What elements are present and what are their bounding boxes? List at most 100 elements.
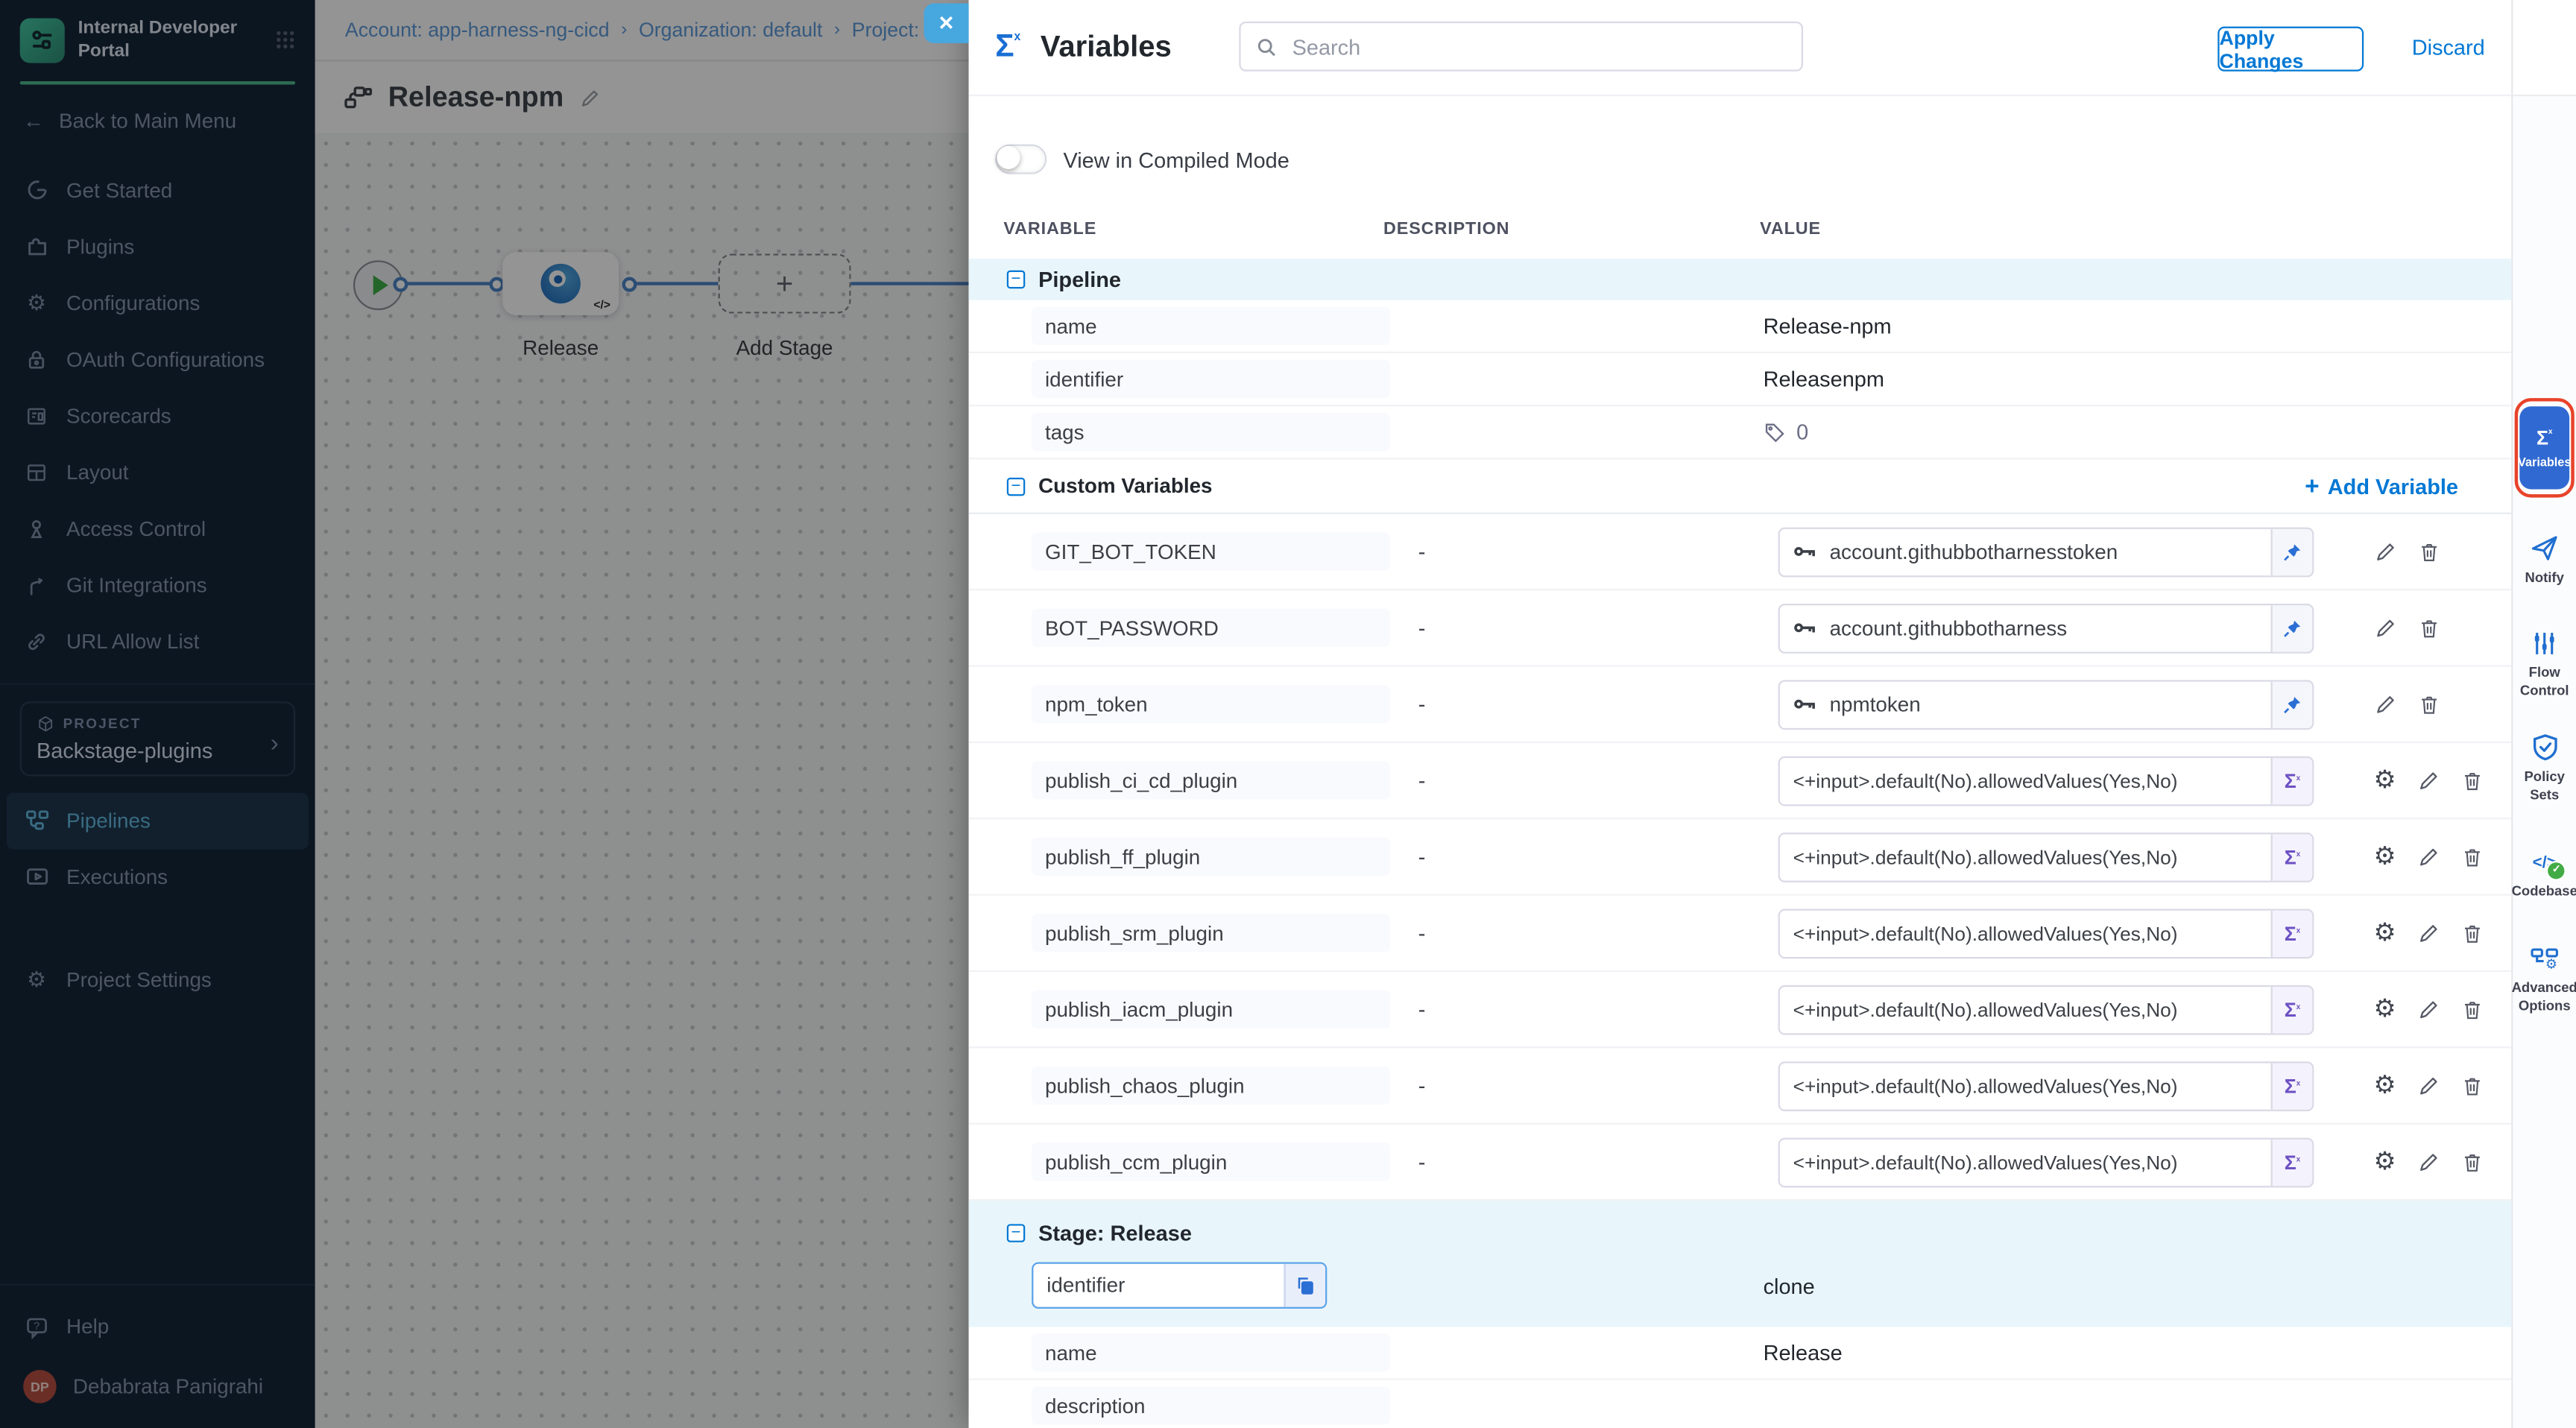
edit-variable-button[interactable]	[2374, 692, 2397, 715]
search-box[interactable]	[1239, 22, 1803, 72]
variable-name-cell[interactable]: description	[1032, 1386, 1390, 1424]
edit-variable-button[interactable]	[2374, 540, 2397, 563]
secret-value-field[interactable]: account.githubbotharness	[1778, 603, 2314, 653]
edit-variable-button[interactable]	[2417, 921, 2440, 944]
variable-description: -	[1390, 1149, 1764, 1174]
search-icon	[1256, 36, 1278, 57]
paper-plane-icon	[2530, 534, 2560, 563]
runtime-input-icon[interactable]: Σˣ	[2271, 833, 2313, 879]
svg-text:⚙: ⚙	[2545, 957, 2557, 972]
apply-changes-button[interactable]: Apply Changes	[2217, 27, 2364, 72]
app-root: Internal Developer Portal ← Back to Main…	[0, 0, 2576, 1428]
rail-tab-policy-sets[interactable]: Policy Sets	[2513, 733, 2576, 804]
pin-icon[interactable]	[2271, 604, 2313, 651]
search-input[interactable]	[1289, 32, 1787, 60]
delete-variable-button[interactable]	[2419, 616, 2440, 639]
rail-tab-advanced-options[interactable]: ⚙ Advanced Options	[2513, 945, 2576, 1014]
settings-gear-icon[interactable]: ⚙	[2374, 996, 2396, 1021]
section-pipeline: − Pipeline	[969, 259, 2513, 300]
rail-tab-codebase[interactable]: </> ✓ Codebase	[2513, 846, 2576, 900]
secret-value-field[interactable]: npmtoken	[1778, 679, 2314, 729]
copy-icon[interactable]	[1284, 1264, 1325, 1307]
check-icon: ✓	[2546, 861, 2566, 881]
annotation-highlight	[2515, 398, 2575, 498]
close-icon: ✕	[938, 12, 954, 35]
table-row: tags 0	[969, 406, 2513, 459]
settings-gear-icon[interactable]: ⚙	[2374, 1073, 2396, 1098]
runtime-input-field[interactable]: <+input>.default(No).allowedValues(Yes,N…	[1778, 985, 2314, 1034]
variable-name-cell[interactable]: npm_token	[1032, 685, 1390, 723]
pin-icon[interactable]	[2271, 681, 2313, 727]
secret-value-field[interactable]: account.githubbotharnesstoken	[1778, 527, 2314, 577]
compiled-mode-toggle[interactable]	[995, 145, 1046, 174]
key-icon	[1793, 616, 1818, 640]
edit-variable-button[interactable]	[2417, 1150, 2440, 1173]
settings-gear-icon[interactable]: ⚙	[2374, 1149, 2396, 1174]
table-row: identifier Releasenpm	[969, 353, 2513, 406]
variable-name-cell[interactable]: publish_srm_plugin	[1032, 914, 1390, 952]
edit-variable-button[interactable]	[2417, 1074, 2440, 1097]
edit-variable-button[interactable]	[2374, 616, 2397, 639]
add-variable-button[interactable]: + Add Variable	[2305, 472, 2458, 500]
delete-variable-button[interactable]	[2462, 1150, 2484, 1173]
runtime-input-field[interactable]: <+input>.default(No).allowedValues(Yes,N…	[1778, 832, 2314, 882]
column-variable: VARIABLE	[1003, 219, 1383, 239]
table-row: publish_ff_plugin - <+input>.default(No)…	[969, 819, 2513, 895]
variable-name-cell[interactable]: name	[1032, 1333, 1390, 1371]
runtime-input-field[interactable]: <+input>.default(No).allowedValues(Yes,N…	[1778, 908, 2314, 958]
variable-name-cell[interactable]: BOT_PASSWORD	[1032, 609, 1390, 647]
settings-gear-icon[interactable]: ⚙	[2374, 768, 2396, 792]
discard-button[interactable]: Discard	[2412, 35, 2485, 60]
rail-tab-notify[interactable]: Notify	[2513, 534, 2576, 587]
key-icon	[1793, 692, 1818, 716]
runtime-input-field[interactable]: <+input>.default(No).allowedValues(Yes,N…	[1778, 1137, 2314, 1187]
variable-name-cell[interactable]: publish_ci_cd_plugin	[1032, 761, 1390, 799]
delete-variable-button[interactable]	[2462, 845, 2484, 868]
variable-name-cell[interactable]: publish_iacm_plugin	[1032, 991, 1390, 1029]
delete-variable-button[interactable]	[2419, 692, 2440, 715]
drawer-title: Variables	[1041, 30, 1172, 65]
table-row: publish_chaos_plugin - <+input>.default(…	[969, 1048, 2513, 1124]
stage-identifier-field[interactable]: identifier	[1032, 1263, 1327, 1309]
close-drawer-button[interactable]: ✕	[924, 3, 969, 42]
variable-name-cell[interactable]: publish_chaos_plugin	[1032, 1067, 1390, 1105]
edit-variable-button[interactable]	[2417, 998, 2440, 1021]
drawer-body: View in Compiled Mode VARIABLE DESCRIPTI…	[969, 95, 2513, 1428]
variable-name-cell[interactable]: publish_ccm_plugin	[1032, 1143, 1390, 1181]
variable-description: -	[1390, 996, 1764, 1021]
codebase-icon: </> ✓	[2533, 846, 2557, 876]
edit-variable-button[interactable]	[2417, 768, 2440, 792]
delete-variable-button[interactable]	[2462, 921, 2484, 944]
variable-name-cell[interactable]: GIT_BOT_TOKEN	[1032, 532, 1390, 570]
section-label: Stage: Release	[1038, 1220, 1192, 1245]
settings-gear-icon[interactable]: ⚙	[2374, 844, 2396, 869]
runtime-input-icon[interactable]: Σˣ	[2271, 757, 2313, 803]
runtime-input-field[interactable]: <+input>.default(No).allowedValues(Yes,N…	[1778, 756, 2314, 806]
runtime-input-icon[interactable]: Σˣ	[2271, 986, 2313, 1032]
delete-variable-button[interactable]	[2462, 1074, 2484, 1097]
runtime-input-field[interactable]: <+input>.default(No).allowedValues(Yes,N…	[1778, 1061, 2314, 1111]
variable-name-cell[interactable]: identifier	[1032, 360, 1390, 398]
runtime-input-icon[interactable]: Σˣ	[2271, 910, 2313, 956]
variable-name-cell[interactable]: name	[1032, 307, 1390, 345]
collapse-icon[interactable]: −	[1007, 1223, 1025, 1241]
delete-variable-button[interactable]	[2419, 540, 2440, 563]
variable-name-cell[interactable]: tags	[1032, 413, 1390, 451]
settings-gear-icon[interactable]: ⚙	[2374, 920, 2396, 945]
delete-variable-button[interactable]	[2462, 768, 2484, 792]
collapse-icon[interactable]: −	[1007, 271, 1025, 288]
runtime-input-icon[interactable]: Σˣ	[2271, 1062, 2313, 1108]
variable-description: -	[1390, 844, 1764, 869]
variable-name-cell[interactable]: publish_ff_plugin	[1032, 838, 1390, 876]
variable-value: clone	[1764, 1273, 1815, 1298]
drawer-header: Σˣ Variables Apply Changes Discard	[969, 0, 2513, 96]
table-row: name Release-npm	[969, 300, 2513, 353]
delete-variable-button[interactable]	[2462, 998, 2484, 1021]
variable-description: -	[1390, 920, 1764, 945]
pin-icon[interactable]	[2271, 528, 2313, 575]
runtime-input-icon[interactable]: Σˣ	[2271, 1139, 2313, 1185]
edit-variable-button[interactable]	[2417, 845, 2440, 868]
rail-tab-flow-control[interactable]: Flow Control	[2513, 631, 2576, 699]
collapse-icon[interactable]: −	[1007, 477, 1025, 495]
sliders-icon	[2531, 631, 2558, 657]
